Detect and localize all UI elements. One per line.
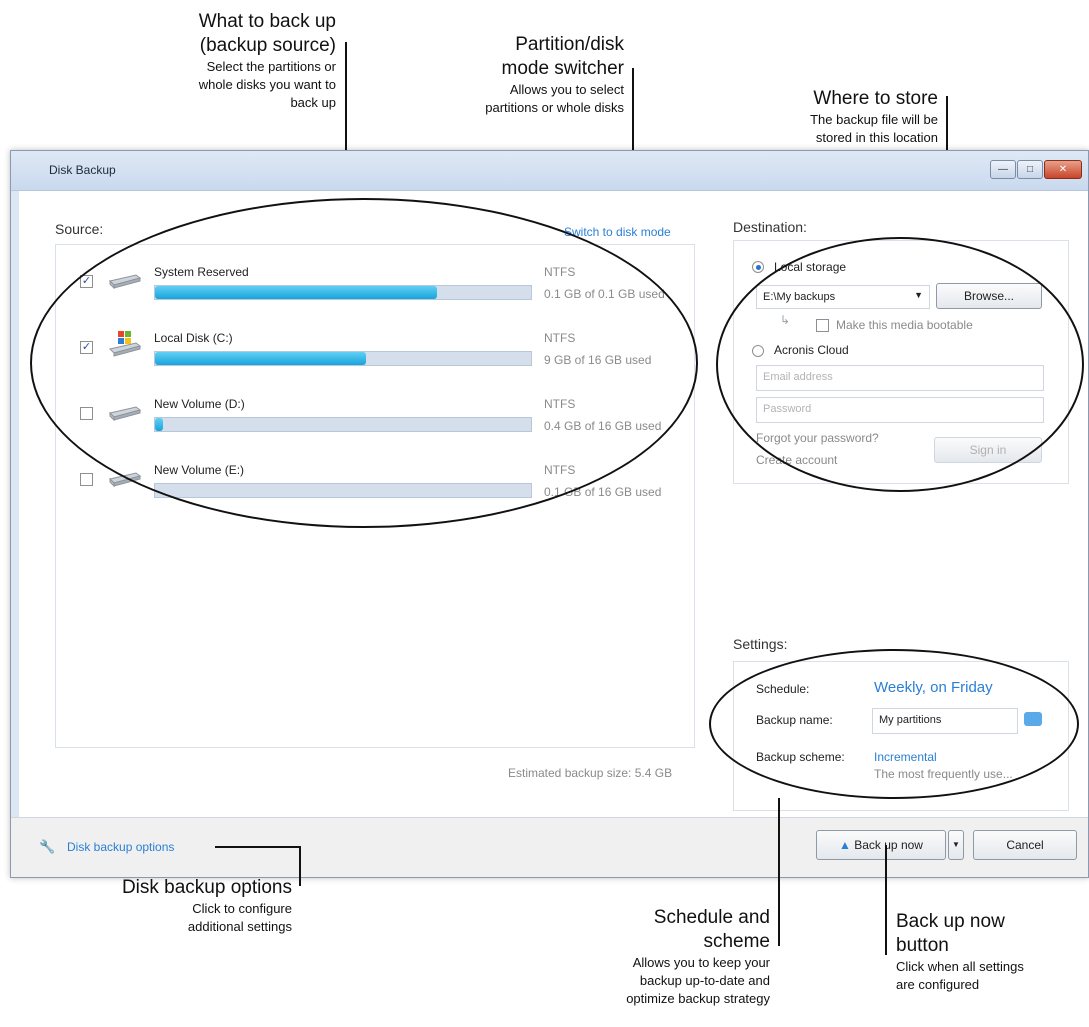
callout-source-desc-1: Select the partitions or bbox=[206, 59, 336, 74]
backup-icon: ▲ bbox=[839, 838, 851, 852]
window-footer: 🔧 Disk backup options ▲ Back up now ▼ Ca… bbox=[11, 817, 1088, 877]
cancel-button[interactable]: Cancel bbox=[973, 830, 1077, 860]
back-up-now-button[interactable]: ▲ Back up now bbox=[816, 830, 946, 860]
callout-schedule-desc-1: Allows you to keep your bbox=[632, 955, 770, 970]
callout-switcher-title-2: mode switcher bbox=[501, 58, 625, 79]
maximize-icon[interactable]: □ bbox=[1017, 160, 1043, 179]
callout-store-desc-2: stored in this location bbox=[815, 130, 938, 145]
callout-store-title: Where to store bbox=[813, 88, 938, 109]
wrench-icon: 🔧 bbox=[39, 839, 56, 854]
callout-schedule-desc-3: optimize backup strategy bbox=[626, 991, 770, 1006]
window-left-strip bbox=[11, 191, 19, 817]
callout-options-desc-1: Click to configure bbox=[192, 901, 292, 916]
callout-options: Disk backup options Click to configure a… bbox=[58, 876, 292, 936]
callout-backup-now-title-2: button bbox=[896, 935, 949, 956]
source-highlight-ellipse bbox=[30, 198, 698, 528]
local-storage-radio[interactable] bbox=[752, 261, 764, 273]
estimated-backup-size: Estimated backup size: 5.4 GB bbox=[508, 766, 673, 780]
callout-source-title-1: What to back up bbox=[198, 11, 336, 32]
callout-schedule: Schedule and scheme Allows you to keep y… bbox=[552, 906, 770, 1008]
callout-source-title-2: (backup source) bbox=[199, 35, 336, 56]
back-up-now-label: Back up now bbox=[854, 838, 923, 852]
close-icon[interactable]: ✕ bbox=[1044, 160, 1082, 179]
settings-label: Settings: bbox=[733, 636, 788, 652]
callout-switcher: Partition/disk mode switcher Allows you … bbox=[410, 33, 624, 117]
callout-source-desc-3: back up bbox=[290, 95, 336, 110]
callout-backup-now-desc-2: are configured bbox=[896, 977, 980, 992]
callout-source-desc-2: whole disks you want to bbox=[198, 77, 336, 92]
callout-switcher-desc-2: partitions or whole disks bbox=[485, 100, 624, 115]
callout-switcher-title-1: Partition/disk bbox=[515, 34, 624, 55]
callout-backup-now-desc-1: Click when all settings bbox=[896, 959, 1024, 974]
callout-options-title: Disk backup options bbox=[121, 877, 292, 898]
callout-backup-now: Back up now button Click when all settin… bbox=[896, 910, 1076, 994]
callout-schedule-title-1: Schedule and bbox=[653, 907, 770, 928]
callout-store-desc-1: The backup file will be bbox=[810, 112, 938, 127]
destination-highlight-ellipse bbox=[716, 237, 1084, 492]
callout-schedule-desc-2: backup up-to-date and bbox=[639, 973, 770, 988]
settings-highlight-ellipse bbox=[709, 649, 1079, 799]
minimize-icon[interactable]: — bbox=[990, 160, 1016, 179]
callout-schedule-line bbox=[778, 798, 780, 946]
callout-backup-now-line bbox=[885, 845, 887, 955]
callout-options-line-h bbox=[215, 846, 301, 848]
window-controls: — □ ✕ bbox=[990, 160, 1082, 179]
volume-checkbox[interactable] bbox=[80, 473, 93, 486]
callout-options-desc-2: additional settings bbox=[187, 919, 292, 934]
callout-source: What to back up (backup source) Select t… bbox=[120, 10, 336, 112]
window-title: Disk Backup bbox=[49, 163, 116, 177]
callout-backup-now-title-1: Back up now bbox=[896, 911, 1005, 932]
callout-switcher-desc-1: Allows you to select bbox=[509, 82, 624, 97]
callout-schedule-title-2: scheme bbox=[703, 931, 770, 952]
title-bar: Disk Backup — □ ✕ bbox=[11, 151, 1088, 191]
back-up-now-dropdown[interactable]: ▼ bbox=[948, 830, 964, 860]
callout-options-line-v bbox=[299, 846, 301, 886]
callout-store: Where to store The backup file will be s… bbox=[720, 87, 938, 147]
source-label: Source: bbox=[55, 221, 104, 237]
disk-backup-options-link[interactable]: Disk backup options bbox=[67, 840, 174, 854]
destination-label: Destination: bbox=[733, 219, 807, 235]
